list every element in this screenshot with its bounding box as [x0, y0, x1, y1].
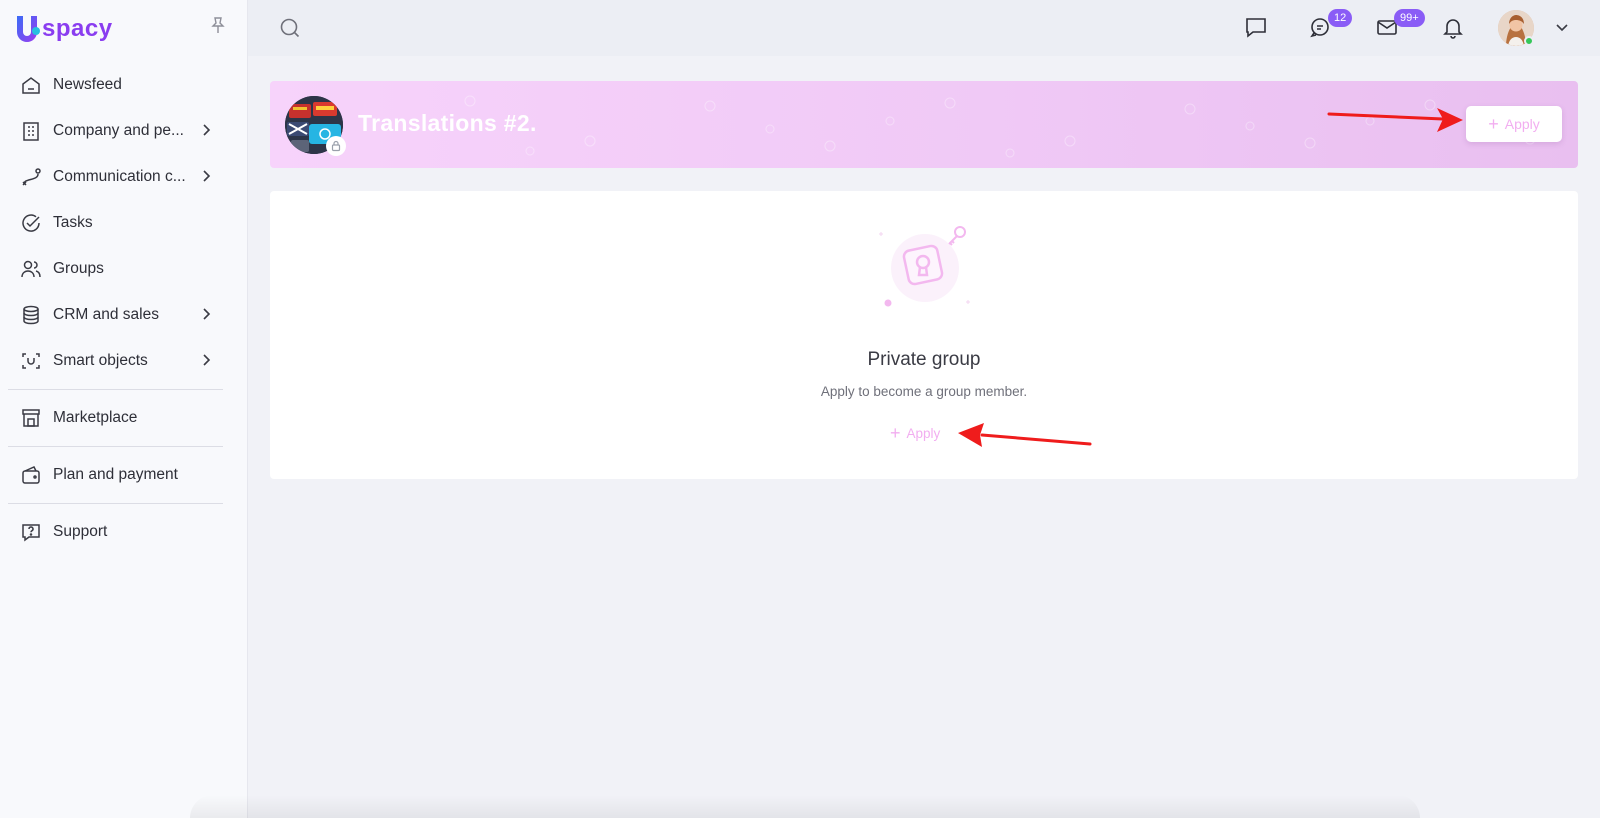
- sidebar-item-label: Plan and payment: [53, 466, 178, 483]
- chevron-right-icon: [199, 307, 213, 321]
- check-circle-icon: [20, 212, 42, 234]
- sidebar-item-label: Tasks: [53, 214, 93, 231]
- sidebar-item-smart-objects[interactable]: Smart objects: [8, 338, 223, 384]
- chevron-down-icon[interactable]: [1555, 20, 1569, 34]
- sidebar-item-groups[interactable]: Groups: [8, 246, 223, 292]
- sidebar-item-label: CRM and sales: [53, 306, 159, 323]
- plus-icon: +: [1488, 114, 1499, 134]
- group-title: Translations #2.: [358, 110, 537, 136]
- locked-group-illustration: [873, 222, 973, 312]
- sidebar-divider: [8, 446, 223, 447]
- sidebar-nav: Newsfeed Company and pe... Communication…: [8, 62, 223, 555]
- sidebar-item-label: Company and pe...: [53, 122, 184, 139]
- users-icon: [20, 258, 42, 280]
- sidebar-divider: [8, 503, 223, 504]
- annotation-arrow-header: [1327, 108, 1463, 132]
- route-icon: [20, 166, 42, 188]
- building-icon: [20, 120, 42, 142]
- sidebar-divider: [8, 389, 223, 390]
- sidebar-item-newsfeed[interactable]: Newsfeed: [8, 62, 223, 108]
- messages-badge: 12: [1328, 9, 1353, 27]
- chevron-right-icon: [199, 169, 213, 183]
- sidebar-item-support[interactable]: Support: [8, 509, 223, 555]
- wallet-icon: [20, 464, 42, 486]
- plus-icon: +: [890, 423, 901, 443]
- sidebar-item-label: Newsfeed: [53, 76, 122, 93]
- sidebar-item-crm[interactable]: CRM and sales: [8, 292, 223, 338]
- chat-icon[interactable]: [1243, 14, 1269, 40]
- sidebar-item-label: Smart objects: [53, 352, 148, 369]
- sidebar-item-tasks[interactable]: Tasks: [8, 200, 223, 246]
- sidebar-item-communication[interactable]: Communication c...: [8, 154, 223, 200]
- sidebar-item-label: Marketplace: [53, 409, 138, 426]
- sidebar-item-marketplace[interactable]: Marketplace: [8, 395, 223, 441]
- apply-label: Apply: [1504, 116, 1540, 132]
- private-lock-icon: [326, 136, 346, 156]
- app-logo[interactable]: spacy: [14, 10, 113, 46]
- logo-mark-icon: [14, 12, 40, 44]
- home-icon: [20, 74, 42, 96]
- private-group-subtitle: Apply to become a group member.: [820, 384, 1028, 399]
- help-icon: [20, 521, 42, 543]
- annotation-arrow-card: [958, 423, 1092, 447]
- bell-icon[interactable]: [1440, 14, 1466, 40]
- logo-text: spacy: [42, 15, 113, 42]
- apply-button-header[interactable]: + Apply: [1466, 106, 1562, 142]
- scan-icon: [20, 350, 42, 372]
- sidebar: spacy Newsfeed Company and pe... Communi…: [0, 0, 248, 818]
- apply-button-card[interactable]: + Apply: [890, 421, 940, 445]
- apply-label: Apply: [906, 425, 941, 441]
- sidebar-item-label: Support: [53, 523, 108, 540]
- private-group-title: Private group: [867, 349, 981, 370]
- sidebar-item-label: Communication c...: [53, 168, 186, 185]
- sidebar-item-label: Groups: [53, 260, 104, 277]
- store-icon: [20, 407, 42, 429]
- sidebar-item-company[interactable]: Company and pe...: [8, 108, 223, 154]
- bottom-shadow: [190, 795, 1420, 818]
- search-icon[interactable]: [279, 17, 301, 39]
- mail-badge: 99+: [1394, 9, 1425, 27]
- online-status-indicator: [1524, 36, 1534, 46]
- pin-icon[interactable]: [210, 16, 226, 34]
- sidebar-item-plan-payment[interactable]: Plan and payment: [8, 452, 223, 498]
- chevron-right-icon: [199, 353, 213, 367]
- database-icon: [20, 304, 42, 326]
- chevron-right-icon: [199, 123, 213, 137]
